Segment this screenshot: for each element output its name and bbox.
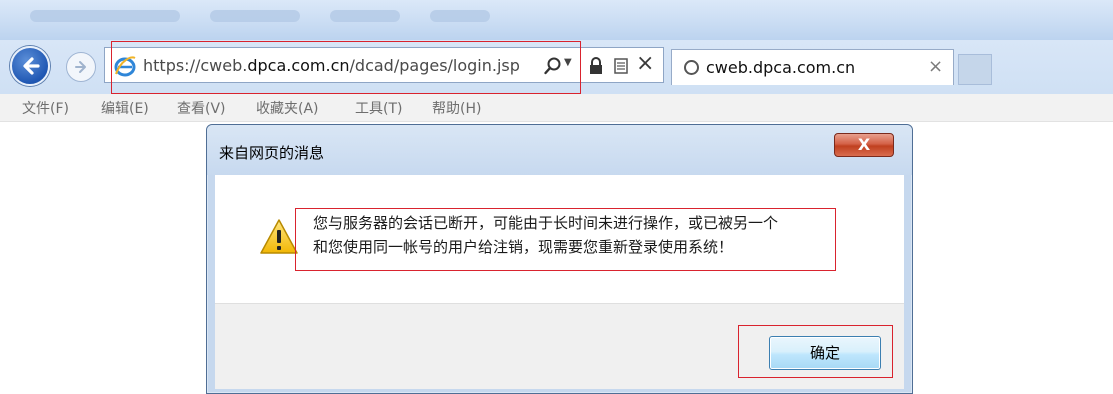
menu-bar: 文件(F) 编辑(E) 查看(V) 收藏夹(A) 工具(T) 帮助(H) [0,94,1113,122]
warning-icon [260,219,298,254]
dialog-message-line1: 您与服务器的会话已断开，可能由于长时间未进行操作，或已被另一个 [313,214,779,232]
dialog-body: 您与服务器的会话已断开，可能由于长时间未进行操作，或已被另一个 和您使用同一帐号… [215,175,904,303]
forward-arrow-icon [75,61,86,73]
dialog-titlebar[interactable]: 来自网页的消息 X [207,125,912,175]
dialog-footer: 确定 [215,303,904,389]
tab-title: cweb.dpca.com.cn [706,58,856,77]
menu-file[interactable]: 文件(F) [22,98,69,118]
blurred-title-segment [30,10,180,22]
back-button[interactable] [10,46,50,86]
compatibility-view-icon[interactable] [612,56,630,76]
forward-button[interactable] [66,52,96,82]
dialog-message: 您与服务器的会话已断开，可能由于长时间未进行操作，或已被另一个 和您使用同一帐号… [313,211,853,259]
new-tab-button[interactable] [958,54,992,85]
back-arrow-icon [23,57,40,75]
dialog-message-line2: 和您使用同一帐号的用户给注销，现需要您重新登录使用系统！ [313,238,734,256]
stop-button[interactable]: × [636,51,654,76]
address-bar[interactable]: https://cweb.dpca.com.cn/dcad/pages/logi… [104,47,664,83]
blurred-title-segment [330,10,400,22]
ok-button[interactable]: 确定 [769,336,881,370]
menu-help[interactable]: 帮助(H) [432,98,481,118]
browser-titlebar [0,0,1113,40]
url-domain: dpca.com.cn [247,56,350,75]
menu-tools[interactable]: 工具(T) [355,98,402,118]
url-prefix: https://cweb. [143,56,248,75]
chevron-down-icon[interactable]: ▼ [564,57,572,68]
dialog-close-button[interactable]: X [834,133,894,157]
url-path: /dcad/pages/login.jsp [349,56,520,75]
tab-close-button[interactable]: × [928,56,943,77]
menu-favorites[interactable]: 收藏夹(A) [256,98,319,118]
lock-icon[interactable] [587,56,605,76]
browser-tab[interactable]: cweb.dpca.com.cn × [671,49,954,85]
blurred-title-segment [210,10,300,22]
menu-edit[interactable]: 编辑(E) [101,98,149,118]
blurred-title-segment [430,10,490,22]
menu-view[interactable]: 查看(V) [177,98,226,118]
message-dialog: 来自网页的消息 X 您与服务器的会话已断开，可能由于长时间未进行操作，或已被另一… [206,124,913,394]
dialog-title: 来自网页的消息 [219,144,325,162]
ie-logo-icon [114,56,136,77]
search-icon[interactable] [543,56,563,76]
address-url[interactable]: https://cweb.dpca.com.cn/dcad/pages/logi… [143,56,520,75]
loading-spinner-icon [684,60,699,75]
